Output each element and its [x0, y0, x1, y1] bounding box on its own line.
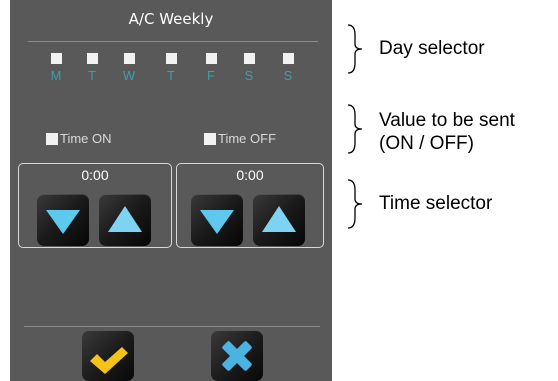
cancel-button[interactable]	[211, 331, 263, 381]
day-checkbox[interactable]	[282, 53, 294, 64]
day-checkbox[interactable]	[243, 53, 255, 64]
value-annotation-line1: Value to be sent	[379, 110, 515, 131]
value-brace	[347, 104, 363, 154]
time-off-value: 0:00	[236, 167, 264, 183]
day-checkbox[interactable]	[86, 53, 98, 64]
confirm-button[interactable]	[82, 331, 134, 381]
day-label: W	[122, 68, 136, 83]
footer-divider	[24, 326, 320, 327]
time-on-checkbox[interactable]	[46, 132, 58, 145]
cross-icon	[222, 341, 252, 371]
time-off-label: Time OFF	[218, 131, 277, 146]
day-label: F	[207, 68, 215, 83]
time-on-decrement-button[interactable]	[37, 194, 89, 246]
triangle-down-icon	[46, 210, 80, 234]
time-off-selector: 0:00	[176, 163, 324, 248]
day-label: S	[283, 68, 293, 83]
time-on-label: Time ON	[60, 131, 112, 146]
day-wednesday[interactable]: W	[121, 53, 137, 83]
time-on-toggle[interactable]: Time ON	[46, 131, 112, 146]
triangle-up-icon	[262, 206, 296, 232]
day-checkbox[interactable]	[205, 53, 217, 64]
day-thursday[interactable]: T	[163, 53, 179, 83]
time-on-selector: 0:00	[18, 163, 172, 248]
panel-title: A/C Weekly	[128, 10, 214, 28]
time-off-toggle[interactable]: Time OFF	[204, 131, 276, 146]
day-sunday[interactable]: S	[280, 53, 296, 83]
day-label: S	[244, 68, 254, 83]
day-monday[interactable]: M	[48, 53, 64, 83]
title-divider	[28, 41, 318, 42]
weekly-panel: A/C Weekly M T W T F S S Time ON Time OF…	[10, 0, 332, 381]
time-selector-brace	[347, 179, 363, 229]
time-selector-annotation: Time selector	[379, 193, 493, 214]
day-label: T	[88, 68, 96, 83]
day-label: T	[167, 68, 175, 83]
time-on-value: 0:00	[81, 167, 109, 183]
day-selector-annotation: Day selector	[379, 38, 485, 59]
day-selector-brace	[347, 24, 363, 74]
checkmark-icon	[90, 347, 128, 374]
day-label: M	[50, 68, 62, 83]
time-off-checkbox[interactable]	[204, 132, 216, 145]
time-off-decrement-button[interactable]	[191, 194, 243, 246]
day-saturday[interactable]: S	[241, 53, 257, 83]
day-checkbox[interactable]	[123, 53, 135, 64]
value-annotation-line2: (ON / OFF)	[379, 133, 474, 154]
triangle-down-icon	[200, 210, 234, 234]
day-friday[interactable]: F	[203, 53, 219, 83]
triangle-up-icon	[108, 206, 142, 232]
day-checkbox[interactable]	[50, 53, 62, 64]
day-tuesday[interactable]: T	[84, 53, 100, 83]
time-off-increment-button[interactable]	[253, 194, 305, 246]
time-on-increment-button[interactable]	[99, 194, 151, 246]
day-checkbox[interactable]	[165, 53, 177, 64]
